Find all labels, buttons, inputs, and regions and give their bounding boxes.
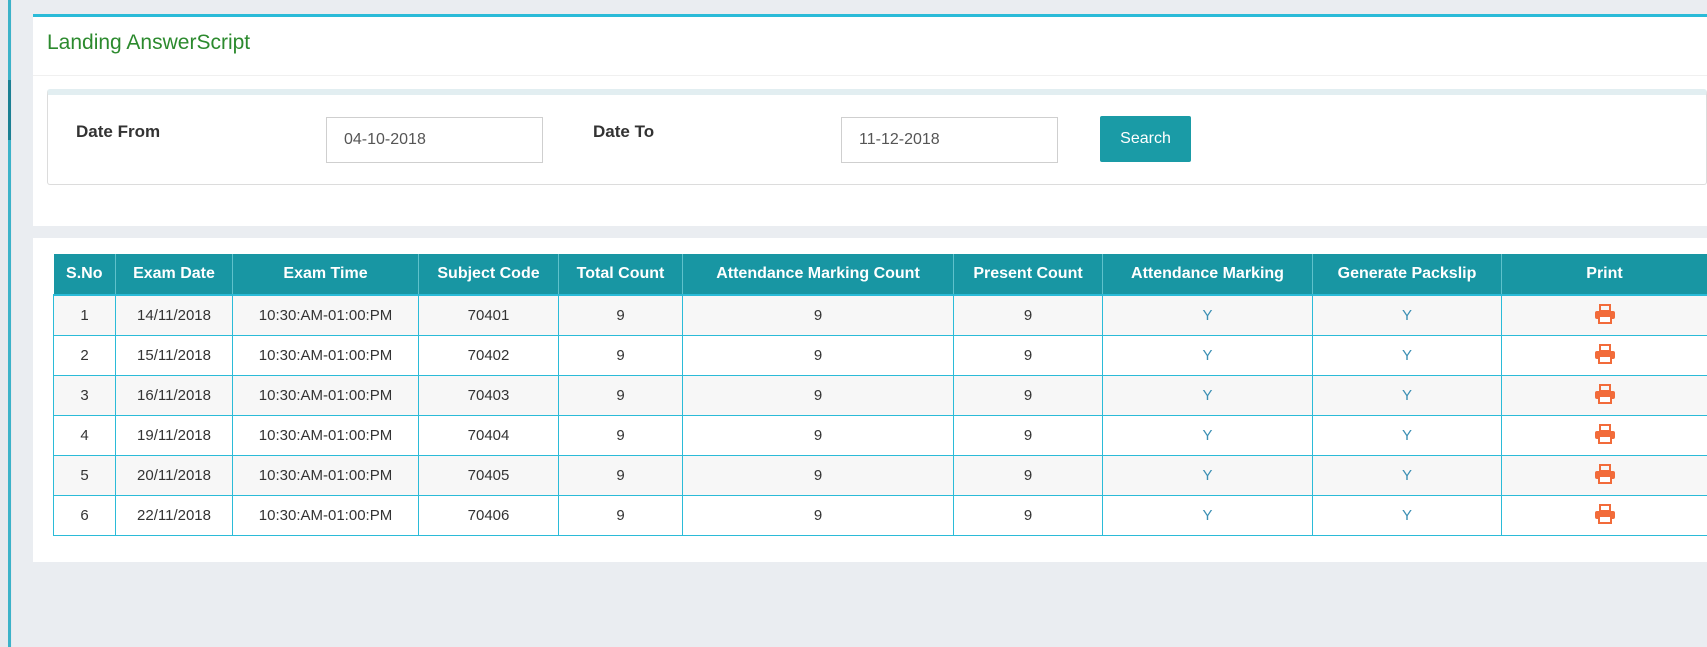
cell-exam-time: 10:30:AM-01:00:PM [232,335,419,376]
cell-total-count: 9 [558,294,683,336]
cell-generate-packslip[interactable]: Y [1312,375,1502,416]
table-row: 5 20/11/2018 10:30:AM-01:00:PM 70405 9 9… [53,455,1707,496]
cell-subject-code: 70406 [418,495,559,536]
printer-icon[interactable] [1594,423,1616,448]
cell-sno: 4 [53,415,116,456]
cell-subject-code: 70401 [418,294,559,336]
cell-attendance-marking[interactable]: Y [1102,415,1313,456]
left-rail-accent [8,80,11,140]
cell-attendance-marking-count: 9 [682,375,954,416]
cell-subject-code: 70403 [418,375,559,416]
cell-exam-time: 10:30:AM-01:00:PM [232,495,419,536]
left-strip [0,0,12,647]
cell-exam-time: 10:30:AM-01:00:PM [232,294,419,336]
cell-generate-packslip[interactable]: Y [1312,415,1502,456]
page-title: Landing AnswerScript [47,31,251,54]
cell-print [1501,335,1707,376]
cell-sno: 2 [53,335,116,376]
cell-present-count: 9 [953,335,1103,376]
filter-panel: Landing AnswerScript Date From Date To S… [33,14,1707,226]
cell-exam-date: 16/11/2018 [115,375,233,416]
cell-generate-packslip[interactable]: Y [1312,495,1502,536]
cell-present-count: 9 [953,294,1103,336]
cell-print [1501,294,1707,336]
header-sno: S.No [53,254,116,296]
cell-total-count: 9 [558,375,683,416]
cell-exam-time: 10:30:AM-01:00:PM [232,375,419,416]
cell-present-count: 9 [953,375,1103,416]
table-row: 3 16/11/2018 10:30:AM-01:00:PM 70403 9 9… [53,375,1707,416]
cell-attendance-marking[interactable]: Y [1102,335,1313,376]
header-print: Print [1501,254,1707,296]
cell-print [1501,495,1707,536]
cell-attendance-marking-count: 9 [682,455,954,496]
cell-total-count: 9 [558,495,683,536]
printer-icon[interactable] [1594,503,1616,528]
cell-exam-date: 14/11/2018 [115,294,233,336]
table-row: 2 15/11/2018 10:30:AM-01:00:PM 70402 9 9… [53,335,1707,376]
table-header-row: S.No Exam Date Exam Time Subject Code To… [53,254,1707,296]
cell-print [1501,375,1707,416]
header-exam-time: Exam Time [232,254,419,296]
header-attendance-marking-count: Attendance Marking Count [682,254,954,296]
cell-attendance-marking[interactable]: Y [1102,294,1313,336]
cell-attendance-marking[interactable]: Y [1102,375,1313,416]
date-to-input[interactable] [841,117,1058,163]
cell-attendance-marking[interactable]: Y [1102,495,1313,536]
search-button[interactable]: Search [1100,116,1191,162]
printer-icon[interactable] [1594,303,1616,328]
cell-exam-date: 22/11/2018 [115,495,233,536]
filter-box: Date From Date To Search [47,89,1707,185]
table-row: 6 22/11/2018 10:30:AM-01:00:PM 70406 9 9… [53,495,1707,536]
cell-attendance-marking-count: 9 [682,335,954,376]
cell-attendance-marking-count: 9 [682,294,954,336]
cell-present-count: 9 [953,455,1103,496]
date-from-label: Date From [76,122,161,141]
header-exam-date: Exam Date [115,254,233,296]
cell-attendance-marking-count: 9 [682,415,954,456]
cell-present-count: 9 [953,495,1103,536]
cell-exam-date: 20/11/2018 [115,455,233,496]
header-total-count: Total Count [558,254,683,296]
title-divider [33,75,1707,76]
date-to-label: Date To [593,122,655,141]
cell-present-count: 9 [953,415,1103,456]
cell-print [1501,415,1707,456]
cell-total-count: 9 [558,415,683,456]
printer-icon[interactable] [1594,463,1616,488]
cell-print [1501,455,1707,496]
printer-icon[interactable] [1594,343,1616,368]
results-table: S.No Exam Date Exam Time Subject Code To… [53,254,1707,536]
header-generate-packslip: Generate Packslip [1312,254,1502,296]
table-row: 1 14/11/2018 10:30:AM-01:00:PM 70401 9 9… [53,294,1707,336]
cell-subject-code: 70402 [418,335,559,376]
cell-exam-time: 10:30:AM-01:00:PM [232,455,419,496]
cell-sno: 3 [53,375,116,416]
cell-attendance-marking[interactable]: Y [1102,455,1313,496]
cell-sno: 6 [53,495,116,536]
cell-sno: 5 [53,455,116,496]
header-present-count: Present Count [953,254,1103,296]
cell-subject-code: 70404 [418,415,559,456]
table-row: 4 19/11/2018 10:30:AM-01:00:PM 70404 9 9… [53,415,1707,456]
cell-subject-code: 70405 [418,455,559,496]
cell-generate-packslip[interactable]: Y [1312,335,1502,376]
results-panel: S.No Exam Date Exam Time Subject Code To… [33,238,1707,562]
cell-total-count: 9 [558,455,683,496]
cell-total-count: 9 [558,335,683,376]
cell-attendance-marking-count: 9 [682,495,954,536]
date-from-input[interactable] [326,117,543,163]
cell-generate-packslip[interactable]: Y [1312,455,1502,496]
header-subject-code: Subject Code [418,254,559,296]
header-attendance-marking: Attendance Marking [1102,254,1313,296]
cell-generate-packslip[interactable]: Y [1312,294,1502,336]
printer-icon[interactable] [1594,383,1616,408]
cell-exam-time: 10:30:AM-01:00:PM [232,415,419,456]
cell-sno: 1 [53,294,116,336]
cell-exam-date: 19/11/2018 [115,415,233,456]
cell-exam-date: 15/11/2018 [115,335,233,376]
